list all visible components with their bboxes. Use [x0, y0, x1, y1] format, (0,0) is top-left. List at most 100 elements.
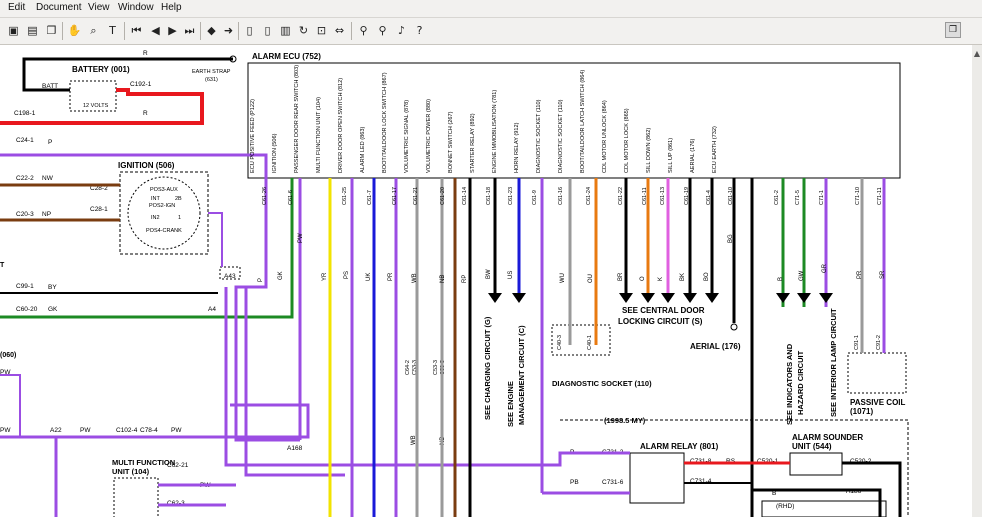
ecu-pin-function-label: ALARM LED (863)	[360, 127, 366, 173]
aerial-terminal-icon	[730, 323, 738, 331]
ecu-wire-color-label: P	[258, 278, 264, 282]
earth-strap-number: (631)	[205, 77, 218, 83]
vertical-scrollbar[interactable]: ▲	[972, 45, 982, 517]
menu-document[interactable]: Document	[36, 2, 82, 13]
wiring-diagram: ALARM ECU (752) BATTERY (001) BATT 12 VO…	[0, 50, 909, 517]
ecu-wire-color-label: BR	[618, 272, 624, 281]
c731-6-label: C731-6	[602, 479, 624, 486]
c192-1-label: C192-1	[130, 81, 152, 88]
relay-pb-wire-label: PB	[570, 479, 579, 486]
arrow-down-icon	[705, 293, 719, 303]
menu-help[interactable]: Help	[161, 2, 182, 13]
c91-2-label: C91-2	[876, 335, 882, 350]
find-icon[interactable]: ⚲	[355, 22, 372, 39]
ecu-pin-number-label: C71-5	[795, 190, 801, 205]
arrow-down-icon	[683, 293, 697, 303]
nw-wire-label: NW	[42, 175, 54, 182]
menu-window[interactable]: Window	[118, 2, 154, 13]
save-icon[interactable]: ▣	[5, 22, 22, 39]
ecu-pin-function-label: AERIAL (176)	[690, 139, 696, 173]
ecu-pin-number-label: C61-7	[367, 190, 373, 205]
ignition-output-wire	[208, 212, 223, 267]
int-label: INT	[151, 196, 161, 202]
back-icon[interactable]: ◆	[203, 22, 220, 39]
zoom-icon[interactable]: ⌕	[85, 22, 102, 39]
c22-2-label: C22-2	[16, 175, 34, 182]
battery-r-label: R	[143, 50, 148, 57]
battery-title: BATTERY (001)	[72, 65, 130, 74]
ecu-pin-function-label: PASSENGER DOOR REAR SWITCH (803)	[294, 65, 300, 173]
alarm-ecu-title: ALARM ECU (752)	[252, 52, 321, 61]
arrow-down-icon	[797, 293, 811, 303]
pw-wire-label-2: PW	[0, 427, 11, 434]
continuous-page-icon[interactable]: ▯	[259, 22, 276, 39]
mfu-title-2: UNIT (104)	[112, 467, 150, 476]
ignition-box	[119, 171, 209, 255]
rotate-icon[interactable]: ↻	[295, 22, 312, 39]
alarm-sounder-title-2: UNIT (544)	[792, 442, 832, 451]
print-icon[interactable]: ▤	[24, 22, 41, 39]
help-icon[interactable]: ?	[411, 22, 428, 39]
toolbar: ▣ ▤ ❐ ✋ ⌕ T ⏮ ◀ ▶ ⏭ ◆ ➜ ▯ ▯ ▥ ↻ ⊡ ⇔ ⚲ ⚲ …	[0, 18, 982, 45]
ecu-wire-color-label: O	[640, 276, 646, 281]
ecu-wire-color-label: US	[508, 271, 514, 279]
c24-1-label: C24-1	[16, 137, 34, 144]
ecu-pin-function-label: VOLUMETRIC SIGNAL (878)	[404, 100, 410, 173]
2b-label: 2B	[175, 196, 182, 202]
scroll-up-icon[interactable]: ▲	[973, 49, 981, 59]
passive-coil-box	[847, 352, 907, 394]
single-page-icon[interactable]: ▯	[241, 22, 258, 39]
ecu-pin-function-label: DIAGNOSTIC SOCKET (110)	[558, 99, 564, 173]
ecu-pin-function-label: STARTER RELAY (892)	[470, 113, 476, 173]
c91-1-label: C91-1	[854, 335, 860, 350]
ignition-title: IGNITION (506)	[118, 161, 175, 170]
ecu-wire-color-label: UK	[366, 273, 372, 281]
gk-wire-label: GK	[48, 306, 58, 313]
read-aloud-icon[interactable]: ♪	[393, 22, 410, 39]
next-page-icon[interactable]: ▶	[164, 22, 181, 39]
fit-page-icon[interactable]: ⊡	[313, 22, 330, 39]
find-next-icon[interactable]: ⚲	[374, 22, 391, 39]
toolbar-separator	[124, 22, 125, 40]
menu-view[interactable]: View	[88, 2, 110, 13]
ecu-pin-number-label: C61-24	[586, 187, 592, 205]
ecu-wire-color-label: B	[778, 277, 784, 281]
aerial-title: AERIAL (176)	[690, 342, 741, 351]
first-page-icon[interactable]: ⏮	[128, 22, 145, 39]
ecu-pin-function-label: DRIVER DOOR OPEN SWITCH (812)	[338, 78, 344, 173]
ecu-pin-number-label: C61-20	[440, 187, 446, 205]
ecu-pin-number-label: C61-19	[684, 187, 690, 205]
pos4-crank-label: POS4-CRANK	[146, 228, 182, 234]
forward-icon[interactable]: ➜	[220, 22, 237, 39]
last-page-icon[interactable]: ⏭	[181, 22, 198, 39]
pos2-ign-label: POS2-IGN	[149, 203, 175, 209]
window-restore-icon[interactable]: ❐	[945, 22, 961, 38]
pin-label-layer: ECU POSITIVE FEED (P122) IGNITION (506) PA…	[250, 65, 886, 283]
select-text-icon[interactable]: T	[104, 22, 121, 39]
c198-1-label: C198-1	[14, 110, 36, 117]
copy-icon[interactable]: ❐	[43, 22, 60, 39]
ecu-pin-function-label: CDL MOTOR UNLOCK (864)	[602, 100, 608, 173]
engine-circuit-label-2: MANAGEMENT CIRCUIT (C)	[517, 325, 526, 425]
ecu-pin-number-label: C61-21	[413, 187, 419, 205]
menu-edit[interactable]: Edit	[8, 2, 25, 13]
p-feed-wire	[0, 153, 268, 185]
arrow-down-icon	[488, 293, 502, 303]
fit-width-icon[interactable]: ⇔	[331, 22, 348, 39]
c53-3-label-2: C53-3	[433, 360, 439, 375]
hand-tool-icon[interactable]: ✋	[66, 22, 83, 39]
ecu-pin-function-label: BOOT/TAILDOOR LATCH SWITCH (864)	[580, 70, 586, 173]
indicators-circuit-label-1: SEE INDICATORS AND	[785, 343, 794, 425]
ecu-wire-color-label: BG	[728, 234, 734, 243]
ecu-wire-color-label: K	[658, 277, 664, 281]
ecu-wire-color-label: BO	[704, 272, 710, 281]
ecu-wire-color-label: OU	[588, 274, 594, 283]
c20-3-label: C20-3	[16, 211, 34, 218]
np-wire-label: NP	[42, 211, 51, 218]
c78-4-label: C78-4	[140, 427, 158, 434]
earth-strap-label: EARTH STRAP	[192, 69, 231, 75]
c64-2-label: C64-2	[405, 360, 411, 375]
previous-page-icon[interactable]: ◀	[147, 22, 164, 39]
facing-pages-icon[interactable]: ▥	[277, 22, 294, 39]
ecu-wire-color-label: PW	[298, 233, 304, 243]
